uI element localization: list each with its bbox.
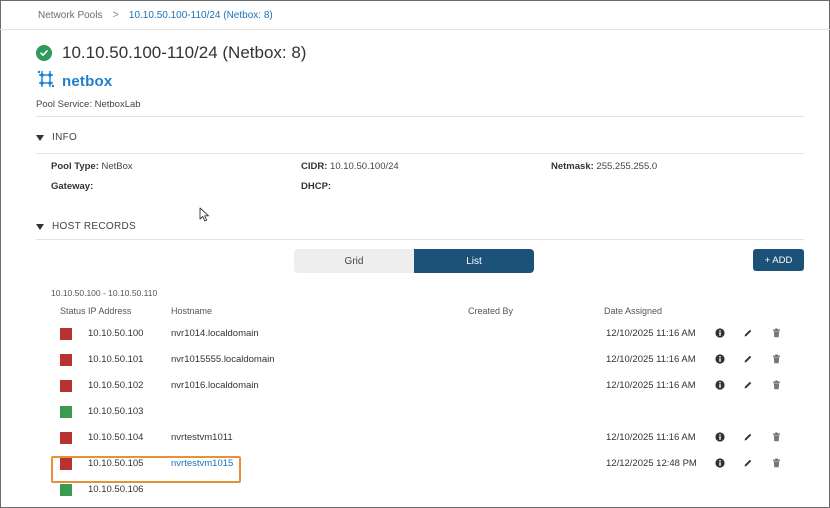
mouse-cursor-icon [199, 207, 210, 227]
delete-trash-icon[interactable] [769, 456, 783, 470]
hostname: nvr1015555.localdomain [171, 354, 275, 365]
netbox-logo-icon [36, 69, 56, 94]
column-header-date-assigned: Date Assigned [604, 306, 663, 316]
info-icon[interactable] [713, 456, 727, 470]
column-header-created-by: Created By [468, 306, 514, 316]
breadcrumb-separator: > [112, 9, 119, 21]
ip-address: 10.10.50.100 [88, 328, 144, 339]
host-records-section-toggle[interactable]: HOST RECORDS [36, 221, 136, 232]
add-button[interactable]: + ADD [753, 249, 804, 271]
date-assigned: 12/10/2025 11:16 AM [606, 432, 696, 443]
title-row: 10.10.50.100-110/24 (Netbox: 8) [36, 43, 306, 63]
dhcp-field: DHCP: [301, 181, 331, 192]
ip-address: 10.10.50.102 [88, 380, 144, 391]
ip-address: 10.10.50.103 [88, 406, 144, 417]
page-title: 10.10.50.100-110/24 (Netbox: 8) [62, 43, 307, 62]
cidr-field: CIDR: 10.10.50.100/24 [301, 161, 399, 172]
hostname: nvr1014.localdomain [171, 328, 259, 339]
edit-pencil-icon[interactable] [741, 352, 755, 366]
grid-view-button[interactable]: Grid [294, 249, 414, 273]
dhcp-label: DHCP: [301, 181, 332, 192]
edit-pencil-icon[interactable] [741, 326, 755, 340]
column-header-status-ip: Status IP Address [60, 306, 132, 316]
list-view-button[interactable]: List [414, 249, 534, 273]
info-icon[interactable] [713, 378, 727, 392]
check-circle-icon [36, 45, 52, 61]
date-assigned: 12/10/2025 11:16 AM [606, 328, 696, 339]
divider [36, 239, 804, 240]
edit-pencil-icon[interactable] [741, 456, 755, 470]
status-indicator [60, 406, 72, 418]
info-section-toggle[interactable]: INFO [36, 132, 77, 143]
status-indicator [60, 354, 72, 366]
column-header-hostname: Hostname [171, 306, 213, 316]
caret-down-icon [36, 134, 44, 141]
info-icon[interactable] [713, 326, 727, 340]
ip-address: 10.10.50.101 [88, 354, 144, 365]
cidr-label: CIDR: [301, 161, 328, 172]
breadcrumb: Network Pools > 10.10.50.100-110/24 (Net… [38, 9, 273, 21]
table-row: 10.10.50.101 nvr1015555.localdomain 12/10/… [60, 352, 804, 368]
date-assigned: 12/12/2025 12:48 PM [606, 458, 697, 469]
status-indicator [60, 380, 72, 392]
ip-range: 10.10.50.100 - 10.10.50.110 [51, 288, 158, 298]
edit-pencil-icon[interactable] [741, 430, 755, 444]
pool-type-field: Pool Type: NetBox [51, 161, 133, 172]
pool-type-label: Pool Type: [51, 161, 99, 172]
status-indicator [60, 484, 72, 496]
table-row: 10.10.50.102 nvr1016.localdomain 12/10/202… [60, 378, 804, 394]
ip-address: 10.10.50.106 [88, 484, 144, 495]
divider [36, 153, 804, 154]
breadcrumb-network-pools-link[interactable]: Network Pools [38, 10, 102, 21]
gateway-field: Gateway: [51, 181, 93, 192]
cidr-value: 10.10.50.100/24 [330, 161, 399, 172]
delete-trash-icon[interactable] [769, 430, 783, 444]
pool-service: Pool Service: NetboxLab [36, 99, 141, 110]
caret-down-icon [36, 223, 44, 230]
delete-trash-icon[interactable] [769, 326, 783, 340]
delete-trash-icon[interactable] [769, 352, 783, 366]
gateway-label: Gateway: [51, 181, 94, 192]
divider [0, 29, 830, 30]
table-row: 10.10.50.104 nvrtestvm1011 12/10/2025 11:1… [60, 430, 804, 446]
view-toggle: Grid List [294, 249, 534, 273]
highlight-box [51, 456, 241, 483]
host-records-section-title: HOST RECORDS [52, 221, 136, 232]
netmask-label: Netmask: [551, 161, 594, 172]
date-assigned: 12/10/2025 11:16 AM [606, 380, 696, 391]
table-row: 10.10.50.103 [60, 404, 804, 420]
netmask-field: Netmask: 255.255.255.0 [551, 161, 657, 172]
delete-trash-icon[interactable] [769, 378, 783, 392]
info-icon[interactable] [713, 430, 727, 444]
status-indicator [60, 328, 72, 340]
netmask-value: 255.255.255.0 [596, 161, 658, 172]
divider [36, 116, 804, 117]
breadcrumb-current[interactable]: 10.10.50.100-110/24 (Netbox: 8) [129, 10, 273, 21]
pool-type-value: NetBox [101, 161, 133, 172]
status-indicator [60, 432, 72, 444]
info-section-title: INFO [52, 132, 78, 143]
hostname: nvrtestvm1011 [171, 432, 233, 443]
hostname: nvr1016.localdomain [171, 380, 259, 391]
info-icon[interactable] [713, 352, 727, 366]
netbox-logo: netbox [36, 69, 112, 94]
edit-pencil-icon[interactable] [741, 378, 755, 392]
ip-address: 10.10.50.104 [88, 432, 144, 443]
netbox-logo-text: netbox [62, 73, 113, 90]
table-row: 10.10.50.100 nvr1014.localdomain 12/10/202… [60, 326, 804, 342]
date-assigned: 12/10/2025 11:16 AM [606, 354, 696, 365]
table-row: 10.10.50.106 [60, 482, 804, 498]
